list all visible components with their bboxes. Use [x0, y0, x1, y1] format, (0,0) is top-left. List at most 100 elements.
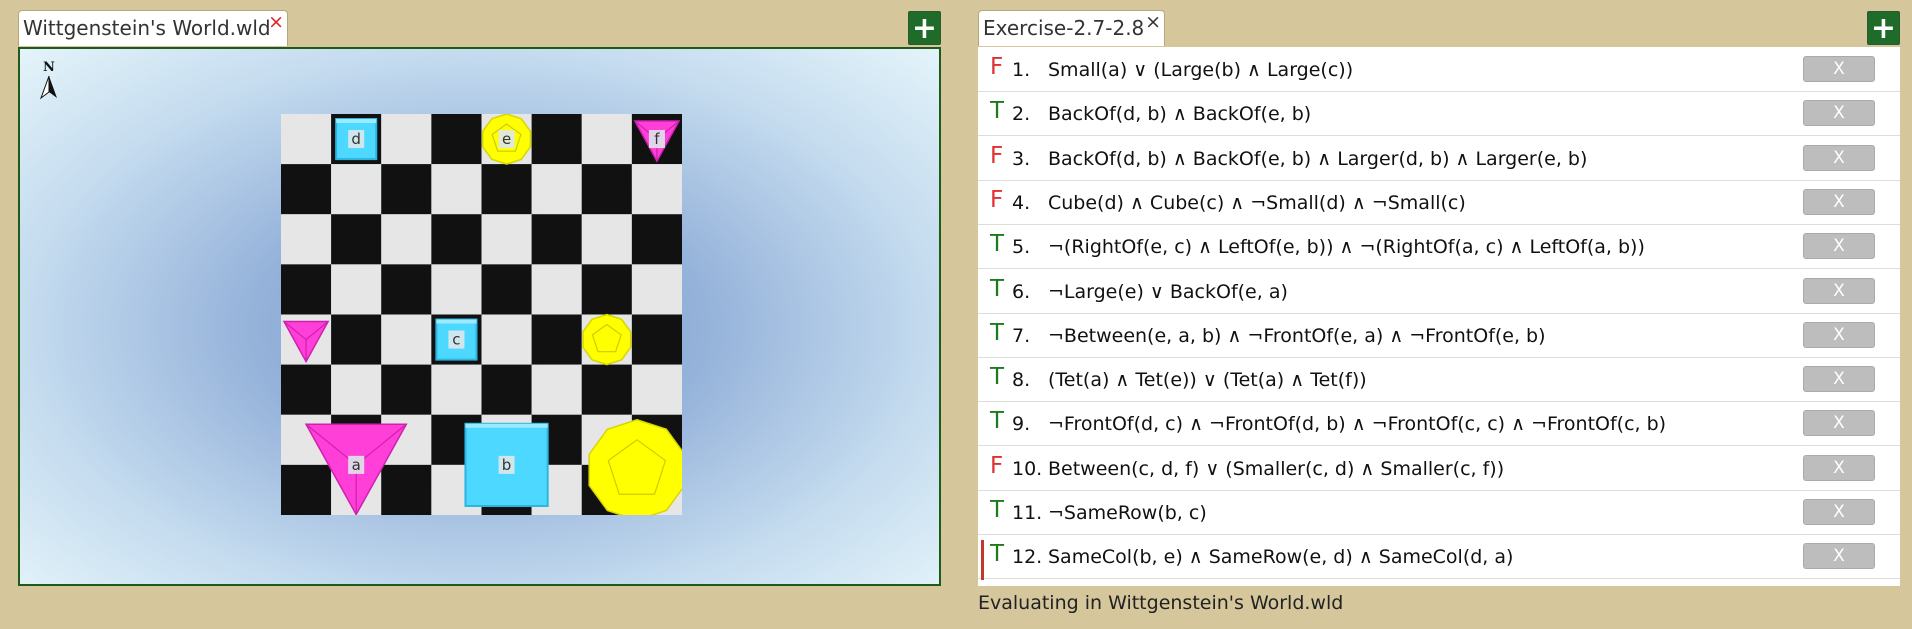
board-square[interactable] [431, 114, 482, 165]
sentence-row[interactable]: T 5. ¬(RightOf(e, c) ∧ LeftOf(e, b)) ∧ ¬(R… [978, 226, 1900, 270]
sentence-row[interactable]: T 2. BackOf(d, b) ∧ BackOf(e, b) X [978, 93, 1900, 137]
sentence-row[interactable]: T 9. ¬FrontOf(d, c) ∧ ¬FrontOf(d, b) ∧ ¬Fr… [978, 403, 1900, 447]
delete-sentence-button[interactable]: X [1803, 100, 1875, 127]
board-square[interactable] [381, 464, 432, 515]
tab-sentences[interactable]: Exercise-2.7-2.8 × [978, 10, 1165, 46]
board-square[interactable] [431, 364, 482, 415]
board-square[interactable] [281, 364, 332, 415]
board-square[interactable] [431, 214, 482, 265]
chessboard[interactable]: d e f c a b [281, 114, 682, 515]
sentence-formula[interactable]: ¬(RightOf(e, c) ∧ LeftOf(e, b)) ∧ ¬(Righ… [1048, 236, 1645, 258]
board-square[interactable] [331, 264, 382, 315]
close-icon[interactable]: × [268, 11, 284, 33]
board-square[interactable] [431, 164, 482, 215]
board-square[interactable] [331, 314, 382, 365]
board-square[interactable] [531, 314, 582, 365]
sentence-row[interactable]: F 1. Small(a) ∨ (Large(b) ∧ Large(c)) X [978, 49, 1900, 92]
board-square[interactable] [481, 164, 532, 215]
delete-sentence-button[interactable]: X [1803, 56, 1875, 82]
sentence-formula[interactable]: Cube(d) ∧ Cube(c) ∧ ¬Small(d) ∧ ¬Small(c… [1048, 192, 1466, 214]
sentence-row[interactable]: F 3. BackOf(d, b) ∧ BackOf(e, b) ∧ Larger(… [978, 138, 1900, 181]
close-icon[interactable]: × [1145, 11, 1161, 33]
tab-world[interactable]: Wittgenstein's World.wld × [18, 10, 288, 46]
delete-sentence-button[interactable]: X [1803, 543, 1875, 570]
board-square[interactable] [481, 364, 532, 415]
board-square[interactable] [581, 264, 632, 315]
block-unnamed-dodec[interactable] [582, 313, 632, 366]
board-square[interactable] [531, 364, 582, 415]
board-square[interactable] [281, 464, 332, 515]
board-square[interactable] [581, 164, 632, 215]
board-square[interactable] [431, 264, 482, 315]
block-unnamed-dodec[interactable] [588, 418, 682, 515]
world-view[interactable]: N d e f c a b [18, 47, 941, 586]
block-c-cube[interactable]: c [435, 318, 478, 361]
board-square[interactable] [381, 214, 432, 265]
board-square[interactable] [531, 214, 582, 265]
sentence-row[interactable]: T 11. ¬SameRow(b, c) X [978, 492, 1900, 535]
truth-value: T [990, 541, 1005, 568]
delete-sentence-button[interactable]: X [1803, 366, 1875, 393]
sentence-row[interactable]: T 7. ¬Between(e, a, b) ∧ ¬FrontOf(e, a) ∧ … [978, 315, 1900, 358]
delete-sentence-button[interactable]: X [1803, 233, 1875, 260]
board-square[interactable] [631, 364, 682, 415]
add-world-button[interactable]: + [908, 11, 941, 45]
sentence-formula[interactable]: SameCol(b, e) ∧ SameRow(e, d) ∧ SameCol(… [1048, 546, 1513, 568]
sentence-formula[interactable]: ¬Between(e, a, b) ∧ ¬FrontOf(e, a) ∧ ¬Fr… [1048, 325, 1546, 347]
truth-value: T [990, 275, 1005, 302]
sentence-number: 8. [1012, 369, 1031, 392]
block-e-dodec[interactable]: e [481, 114, 532, 165]
sentence-number: 3. [1012, 147, 1031, 170]
board-square[interactable] [631, 314, 682, 365]
board-square[interactable] [531, 114, 582, 165]
board-square[interactable] [381, 364, 432, 415]
sentence-row[interactable]: F 10. Between(c, d, f) ∨ (Smaller(c, d) ∧ … [978, 448, 1900, 491]
board-square[interactable] [631, 214, 682, 265]
board-square[interactable] [381, 314, 432, 365]
sentence-row[interactable]: T 12. SameCol(b, e) ∧ SameRow(e, d) ∧ Same… [978, 536, 1900, 581]
sentence-row[interactable]: T 8. (Tet(a) ∧ Tet(e)) ∨ (Tet(a) ∧ Tet(f))… [978, 359, 1900, 403]
add-sentence-button[interactable]: + [1867, 11, 1900, 45]
sentence-row[interactable]: F 4. Cube(d) ∧ Cube(c) ∧ ¬Small(d) ∧ ¬Smal… [978, 182, 1900, 225]
block-b-cube[interactable]: b [464, 422, 549, 507]
block-d-cube[interactable]: d [335, 118, 378, 161]
board-square[interactable] [331, 164, 382, 215]
delete-sentence-button[interactable]: X [1803, 188, 1875, 215]
sentence-formula[interactable]: Between(c, d, f) ∨ (Smaller(c, d) ∧ Smal… [1048, 458, 1504, 480]
sentence-formula[interactable]: ¬SameRow(b, c) [1048, 502, 1207, 524]
delete-sentence-button[interactable]: X [1803, 454, 1875, 481]
truth-value: F [990, 186, 1004, 213]
sentence-row[interactable]: T 6. ¬Large(e) ∨ BackOf(e, a) X [978, 271, 1900, 314]
board-square[interactable] [581, 114, 632, 165]
sentence-formula[interactable]: BackOf(d, b) ∧ BackOf(e, b) ∧ Larger(d, … [1048, 148, 1587, 170]
board-square[interactable] [631, 164, 682, 215]
board-square[interactable] [581, 364, 632, 415]
delete-sentence-button[interactable]: X [1803, 499, 1875, 525]
board-square[interactable] [381, 114, 432, 165]
board-square[interactable] [531, 164, 582, 215]
board-square[interactable] [581, 214, 632, 265]
board-square[interactable] [331, 364, 382, 415]
board-square[interactable] [481, 214, 532, 265]
board-square[interactable] [281, 164, 332, 215]
board-square[interactable] [531, 264, 582, 315]
truth-value: T [990, 408, 1005, 435]
board-square[interactable] [281, 214, 332, 265]
board-square[interactable] [631, 264, 682, 315]
board-square[interactable] [381, 264, 432, 315]
sentence-formula[interactable]: ¬Large(e) ∨ BackOf(e, a) [1048, 281, 1288, 303]
board-square[interactable] [381, 164, 432, 215]
sentence-formula[interactable]: (Tet(a) ∧ Tet(e)) ∨ (Tet(a) ∧ Tet(f)) [1048, 369, 1367, 391]
board-square[interactable] [281, 114, 332, 165]
sentence-formula[interactable]: Small(a) ∨ (Large(b) ∧ Large(c)) [1048, 59, 1353, 81]
delete-sentence-button[interactable]: X [1803, 144, 1875, 171]
sentence-formula[interactable]: BackOf(d, b) ∧ BackOf(e, b) [1048, 103, 1311, 125]
board-square[interactable] [281, 264, 332, 315]
board-square[interactable] [331, 214, 382, 265]
delete-sentence-button[interactable]: X [1803, 410, 1875, 437]
board-square[interactable] [481, 314, 532, 365]
sentence-formula[interactable]: ¬FrontOf(d, c) ∧ ¬FrontOf(d, b) ∧ ¬Front… [1048, 413, 1666, 435]
delete-sentence-button[interactable]: X [1803, 321, 1875, 348]
board-square[interactable] [481, 264, 532, 315]
delete-sentence-button[interactable]: X [1803, 277, 1875, 304]
